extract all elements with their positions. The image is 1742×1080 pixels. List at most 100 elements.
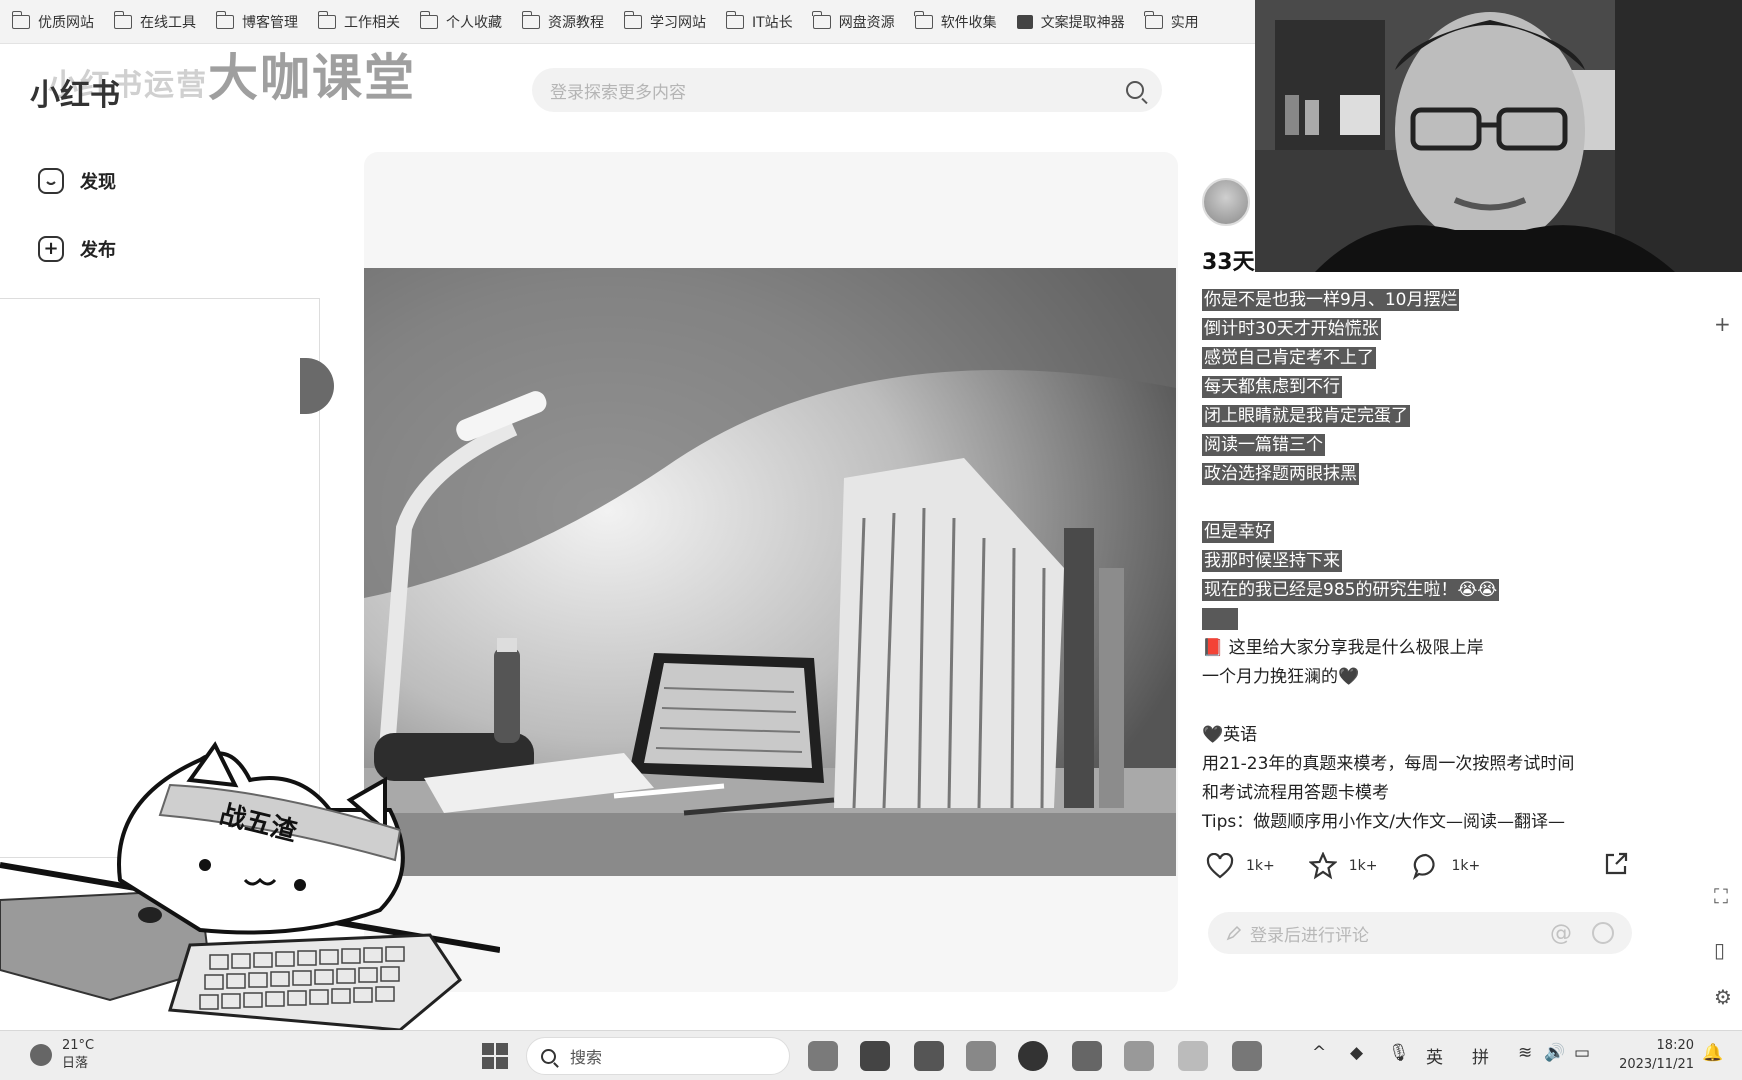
bookmark-item[interactable]: 博客管理 [215,10,298,32]
star-icon [1308,852,1337,880]
app-edge-icon[interactable] [1018,1041,1048,1071]
weather-widget[interactable]: 21°C 日落 [30,1037,94,1073]
description-line [1202,605,1672,634]
search-placeholder[interactable]: 登录探索更多内容 [550,78,1126,103]
bookmark-label: 工作相关 [344,14,400,31]
split-view-icon[interactable]: ▯ [1714,938,1725,962]
description-line: 一个月力挽狂澜的🖤 [1202,663,1672,692]
ime-mode[interactable]: 拼 [1472,1043,1489,1068]
bookmark-item[interactable]: 软件收集 [914,10,997,32]
description-text: 我那时候坚持下来 [1202,550,1342,572]
bookmark-item[interactable]: 网盘资源 [812,10,895,32]
bookmark-item[interactable]: 个人收藏 [419,10,502,32]
battery-icon[interactable]: ▭ [1574,1043,1590,1063]
volume-icon[interactable]: 🔊 [1544,1043,1565,1063]
taskbar: 21°C 日落 搜索 ^ ◆ 🎙 英 拼 ≋ 🔊 ▭ 18:20 2023/11… [0,1030,1742,1080]
note-title: 33天 [1202,250,1255,275]
nav-item-discover[interactable]: 发现 [38,168,116,194]
home-icon [38,168,64,194]
app-explorer-icon[interactable] [966,1041,996,1071]
microphone-icon[interactable]: 🎙 [1388,1043,1410,1063]
description-line: 但是幸好 [1202,518,1672,547]
description-text: 用21-23年的真题来模考，每周一次按照考试时间 [1202,754,1575,774]
tray-app-icon[interactable]: ◆ [1350,1043,1363,1063]
description-line: 政治选择题两眼抹黑 [1202,460,1672,489]
screenshot-icon[interactable]: ⛶ [1714,884,1728,908]
description-text: 现在的我已经是985的研究生啦！😭😭 [1202,579,1500,601]
bookmark-item[interactable]: 文案提取神器 [1016,12,1125,32]
app-files-icon[interactable] [860,1041,890,1071]
emoji-icon[interactable] [1592,922,1614,944]
comment-button[interactable]: 1k+ [1412,852,1480,880]
mention-icon[interactable]: @ [1550,921,1572,946]
description-text: 倒计时30天才开始慌张 [1202,318,1381,340]
app-icon [1016,14,1033,29]
collect-button[interactable]: 1k+ [1308,852,1378,880]
description-text: 🖤英语 [1202,725,1258,745]
description-line [1202,692,1672,721]
bookmark-label: 实用 [1170,14,1199,31]
bookmark-label: IT站长 [752,14,793,31]
gear-icon[interactable]: ⚙ [1714,985,1732,1009]
description-line: 和考试流程用答题卡模考 [1202,779,1672,808]
bookmark-item[interactable]: 资源教程 [521,10,604,32]
app-notepad-icon[interactable] [1124,1041,1154,1071]
bookmark-label: 资源教程 [548,14,604,31]
app-logo[interactable]: 小红书 [30,70,120,114]
description-text: 和考试流程用答题卡模考 [1202,783,1389,803]
description-text: 每天都焦虑到不行 [1202,376,1342,398]
app-store-icon[interactable] [1072,1041,1102,1071]
ime-lang[interactable]: 英 [1426,1043,1443,1068]
folder-icon [812,10,831,29]
bookmark-item[interactable]: 在线工具 [113,10,196,32]
notification-icon[interactable]: 🔔 [1702,1043,1723,1063]
taskbar-search[interactable]: 搜索 [526,1037,790,1075]
app-wechat-icon[interactable] [1178,1041,1208,1071]
pencil-icon [1226,925,1242,941]
collect-count: 1k+ [1348,858,1378,874]
description-line: 我那时候坚持下来 [1202,547,1672,576]
folder-icon [317,10,336,29]
comment-placeholder[interactable]: 登录后进行评论 [1250,921,1540,946]
nav-item-publish[interactable]: + 发布 [38,236,116,262]
webcam-overlay [1255,0,1742,272]
description-text: 政治选择题两眼抹黑 [1202,463,1359,485]
nav-discover-label: 发现 [80,172,116,193]
clock[interactable]: 18:20 2023/11/21 [1614,1036,1694,1074]
panel-handle[interactable] [300,358,334,414]
bookmark-item[interactable]: 实用 [1144,10,1199,32]
folder-icon [725,10,744,29]
description-text [1202,608,1239,630]
author-avatar[interactable] [1202,178,1250,226]
wifi-icon[interactable]: ≋ [1518,1043,1532,1063]
comment-input[interactable]: 登录后进行评论 @ [1208,912,1632,954]
app-premiere-icon[interactable] [808,1041,838,1071]
bookmark-item[interactable]: 学习网站 [623,10,706,32]
heart-icon [1206,853,1234,879]
add-icon[interactable]: + [1714,312,1731,336]
share-button[interactable] [1602,850,1630,882]
description-line: 你是不是也我一样9月、10月摆烂 [1202,286,1672,315]
bookmark-label: 优质网站 [38,14,94,31]
description-text: 感觉自己肯定考不上了 [1202,347,1376,369]
search-icon[interactable] [1126,81,1144,99]
search-bar[interactable]: 登录探索更多内容 [532,68,1162,112]
bookmark-item[interactable]: 优质网站 [11,10,94,32]
start-button[interactable] [482,1043,508,1069]
bookmark-label: 在线工具 [140,14,196,31]
description-line: 感觉自己肯定考不上了 [1202,344,1672,373]
chevron-up-icon[interactable]: ^ [1312,1043,1326,1063]
description-line: 📕 这里给大家分享我是什么极限上岸 [1202,634,1672,663]
bookmark-label: 网盘资源 [838,14,895,31]
bookmark-label: 学习网站 [650,14,706,31]
like-button[interactable]: 1k+ [1206,853,1275,879]
folder-icon [521,10,540,29]
search-icon [541,1048,556,1064]
bookmark-item[interactable]: 工作相关 [317,10,400,32]
description-line: 用21-23年的真题来模考，每周一次按照考试时间 [1202,750,1672,779]
app-teams-icon[interactable] [914,1041,944,1071]
app-phone-icon[interactable] [1232,1041,1262,1071]
bookmark-label: 软件收集 [940,14,997,31]
bookmark-item[interactable]: IT站长 [725,10,793,32]
like-count: 1k+ [1246,858,1275,874]
